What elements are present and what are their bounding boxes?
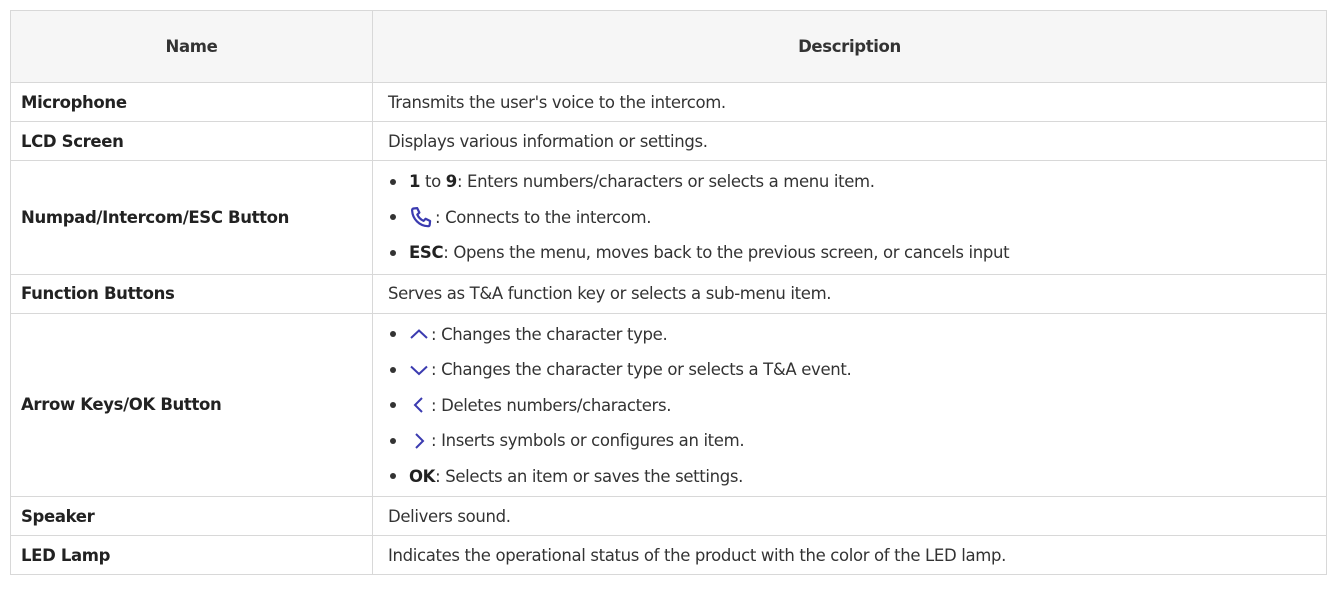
bullet-icon	[390, 178, 396, 185]
table-row: Numpad/Intercom/ESC Button 1 to 9 : Ente…	[10, 160, 1327, 275]
row-name: LED Lamp	[10, 535, 373, 575]
bullet-icon	[390, 402, 396, 409]
list-item: : Connects to the intercom.	[388, 200, 1326, 236]
row-description: 1 to 9 : Enters numbers/characters or se…	[372, 160, 1327, 275]
list-item: 1 to 9 : Enters numbers/characters or se…	[388, 164, 1326, 200]
row-description: Displays various information or settings…	[372, 121, 1327, 161]
bullet-icon	[390, 473, 396, 480]
row-name: Speaker	[10, 496, 373, 536]
item-text: : Changes the character type or selects …	[431, 360, 852, 379]
description-list: : Changes the character type. : Changes …	[388, 317, 1326, 495]
row-description: Indicates the operational status of the …	[372, 535, 1327, 575]
bullet-icon	[390, 437, 396, 444]
connector-text: to	[420, 172, 446, 191]
list-item: ESC : Opens the menu, moves back to the …	[388, 235, 1326, 271]
chevron-up-icon	[409, 324, 429, 344]
list-item: : Deletes numbers/characters.	[388, 388, 1326, 424]
key-label: 1	[409, 172, 421, 191]
description-list: 1 to 9 : Enters numbers/characters or se…	[388, 164, 1326, 271]
row-description: Transmits the user's voice to the interc…	[372, 82, 1327, 122]
bullet-icon	[390, 214, 396, 221]
key-label: ESC	[409, 243, 444, 262]
item-text: : Opens the menu, moves back to the prev…	[443, 243, 1010, 262]
row-name: Arrow Keys/OK Button	[10, 312, 373, 497]
table-row: Microphone Transmits the user's voice to…	[10, 82, 1327, 122]
item-text: : Inserts symbols or configures an item.	[431, 431, 745, 450]
table-header-row: Name Description	[10, 10, 1327, 83]
key-label: 9	[445, 172, 457, 191]
phone-icon	[409, 207, 433, 228]
list-item: : Changes the character type or selects …	[388, 352, 1326, 388]
row-description: Delivers sound.	[372, 496, 1327, 536]
chevron-down-icon	[409, 360, 429, 380]
key-label: OK	[409, 466, 436, 486]
bullet-icon	[390, 331, 396, 338]
row-name: Function Buttons	[10, 273, 373, 314]
bullet-icon	[390, 366, 396, 373]
item-text: : Changes the character type.	[431, 324, 668, 344]
row-description: : Changes the character type. : Changes …	[372, 312, 1327, 497]
chevron-right-icon	[409, 431, 429, 451]
item-text: : Deletes numbers/characters.	[431, 395, 672, 415]
row-description: Serves as T&A function key or selects a …	[372, 273, 1327, 314]
table-row: LED Lamp Indicates the operational statu…	[10, 535, 1327, 575]
row-name: Microphone	[10, 82, 373, 122]
table-row: Function Buttons Serves as T&A function …	[10, 273, 1327, 314]
column-header-name: Name	[10, 10, 373, 83]
item-text: : Enters numbers/characters or selects a…	[456, 172, 875, 191]
row-name: LCD Screen	[10, 121, 373, 161]
item-text: : Connects to the intercom.	[435, 207, 652, 227]
row-name: Numpad/Intercom/ESC Button	[10, 160, 373, 275]
table-row: Arrow Keys/OK Button : Changes the chara…	[10, 312, 1327, 497]
list-item: : Changes the character type.	[388, 317, 1326, 353]
chevron-left-icon	[409, 395, 429, 415]
list-item: OK : Selects an item or saves the settin…	[388, 459, 1326, 495]
component-table: Name Description Microphone Transmits th…	[10, 10, 1327, 575]
column-header-description: Description	[372, 10, 1327, 83]
table-row: Speaker Delivers sound.	[10, 496, 1327, 536]
bullet-icon	[390, 249, 396, 256]
table-row: LCD Screen Displays various information …	[10, 121, 1327, 161]
list-item: : Inserts symbols or configures an item.	[388, 423, 1326, 459]
item-text: : Selects an item or saves the settings.	[435, 466, 743, 486]
